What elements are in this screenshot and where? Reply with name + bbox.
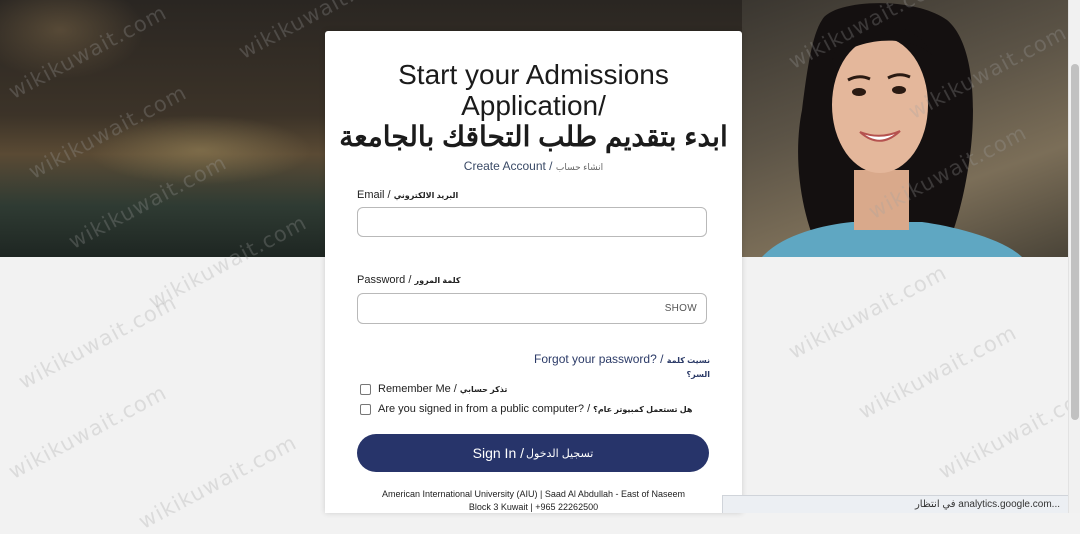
password-label: Password / كلمة المرور	[357, 274, 461, 286]
remember-me-checkbox[interactable]	[360, 383, 371, 395]
sign-in-english: Sign In /	[472, 445, 525, 461]
show-password-toggle[interactable]: SHOW	[665, 303, 697, 314]
watermark-text: wikikuwait.com	[854, 320, 1021, 424]
email-label-english: Email /	[357, 189, 391, 201]
watermark-text: wikikuwait.com	[134, 430, 301, 534]
footer-address: American International University (AIU) …	[382, 489, 685, 499]
footer-contact: Block 3 Kuwait | +965 22262500	[468, 502, 599, 512]
login-card: Start your Admissions Application/ ابدء …	[325, 31, 742, 513]
email-label-arabic: البريد الالكتروني	[393, 191, 459, 200]
watermark-text: wikikuwait.com	[934, 380, 1080, 484]
create-account-link[interactable]: Create Account / انشاء حساب	[325, 159, 742, 173]
public-computer-checkbox[interactable]	[360, 403, 371, 415]
page-scrollbar[interactable]	[1068, 0, 1080, 513]
forgot-password-english: Forgot your password? /	[534, 352, 664, 366]
public-computer-row: Are you signed in from a public computer…	[360, 403, 692, 415]
public-computer-english: Are you signed in from a public computer…	[378, 403, 591, 415]
scrollbar-thumb[interactable]	[1071, 64, 1079, 420]
remember-me-row: Remember Me / تذكر حسابي	[360, 383, 507, 395]
page-title: Start your Admissions Application/ ابدء …	[325, 59, 742, 152]
sign-in-arabic: تسجيل الدخول	[526, 447, 594, 460]
email-field[interactable]	[357, 207, 707, 237]
page-title-english: Start your Admissions Application/	[398, 59, 669, 121]
page-title-arabic: ابدء بتقديم طلب التحاقك بالجامعة	[339, 121, 728, 152]
student-photo	[762, 3, 1022, 257]
password-field[interactable]: SHOW	[357, 293, 707, 324]
watermark-text: wikikuwait.com	[4, 380, 171, 484]
password-label-english: Password /	[357, 274, 412, 286]
forgot-password-link[interactable]: Forgot your password? / نسيت كلمة السر؟	[523, 352, 710, 380]
forgot-password-arabic: نسيت كلمة السر؟	[666, 356, 710, 379]
watermark-text: wikikuwait.com	[784, 260, 951, 364]
email-label: Email / البريد الالكتروني	[357, 189, 458, 201]
remember-me-arabic: تذكر حسابي	[459, 384, 508, 394]
password-label-arabic: كلمة المرور	[414, 276, 461, 285]
browser-status-bar: في انتظار analytics.google.com...	[722, 495, 1068, 513]
remember-me-english: Remember Me /	[378, 383, 457, 395]
sign-in-button[interactable]: Sign In / تسجيل الدخول	[357, 434, 709, 472]
create-account-arabic: انشاء حساب	[555, 162, 604, 172]
public-computer-arabic: هل تستعمل كمبيوتر عام؟	[593, 404, 693, 414]
create-account-english: Create Account /	[463, 159, 553, 173]
watermark-text: wikikuwait.com	[14, 290, 181, 394]
